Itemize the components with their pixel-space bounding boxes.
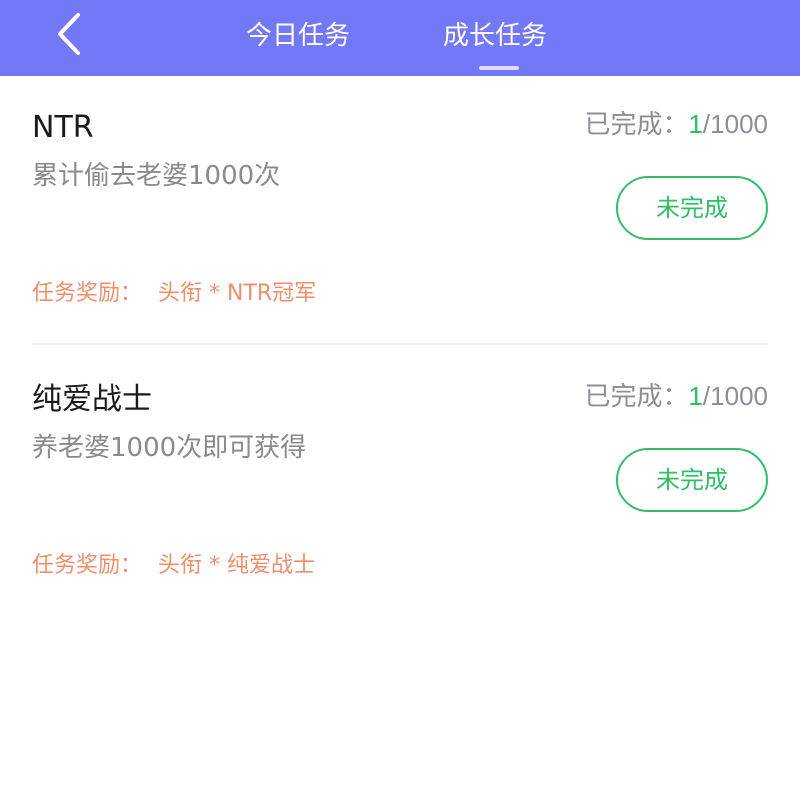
reward-value: 头衔 * 纯爱战士 <box>158 553 316 578</box>
progress-done-count: 1 <box>688 381 703 411</box>
task-title: NTR <box>32 110 94 145</box>
progress-done-count: 1 <box>688 109 703 139</box>
task-description: 累计偷去老婆1000次 <box>32 161 281 191</box>
task-progress: 已完成：1/1000 <box>584 104 768 144</box>
tab-growth-tasks[interactable]: 成长任务 <box>443 16 547 56</box>
task-status-button[interactable]: 未完成 <box>616 176 768 240</box>
active-tab-indicator <box>479 66 519 70</box>
task-progress: 已完成：1/1000 <box>584 376 768 416</box>
task-status-button[interactable]: 未完成 <box>616 448 768 512</box>
progress-total: /1000 <box>702 109 768 139</box>
reward-label: 任务奖励： <box>32 553 143 578</box>
tab-today-tasks[interactable]: 今日任务 <box>246 16 350 56</box>
back-button[interactable] <box>40 6 96 62</box>
task-divider <box>32 343 768 345</box>
top-nav-bar: 今日任务 成长任务 <box>0 0 800 76</box>
task-reward: 任务奖励： 头衔 * 纯爱战士 <box>32 550 315 582</box>
task-description: 养老婆1000次即可获得 <box>32 433 307 463</box>
progress-total: /1000 <box>702 381 768 411</box>
task-reward: 任务奖励： 头衔 * NTR冠军 <box>32 278 316 310</box>
reward-label: 任务奖励： <box>32 281 143 306</box>
progress-label: 已完成： <box>584 109 689 139</box>
reward-value: 头衔 * NTR冠军 <box>158 281 317 306</box>
chevron-left-icon <box>58 13 80 55</box>
task-title: 纯爱战士 <box>32 382 152 417</box>
progress-label: 已完成： <box>584 381 689 411</box>
